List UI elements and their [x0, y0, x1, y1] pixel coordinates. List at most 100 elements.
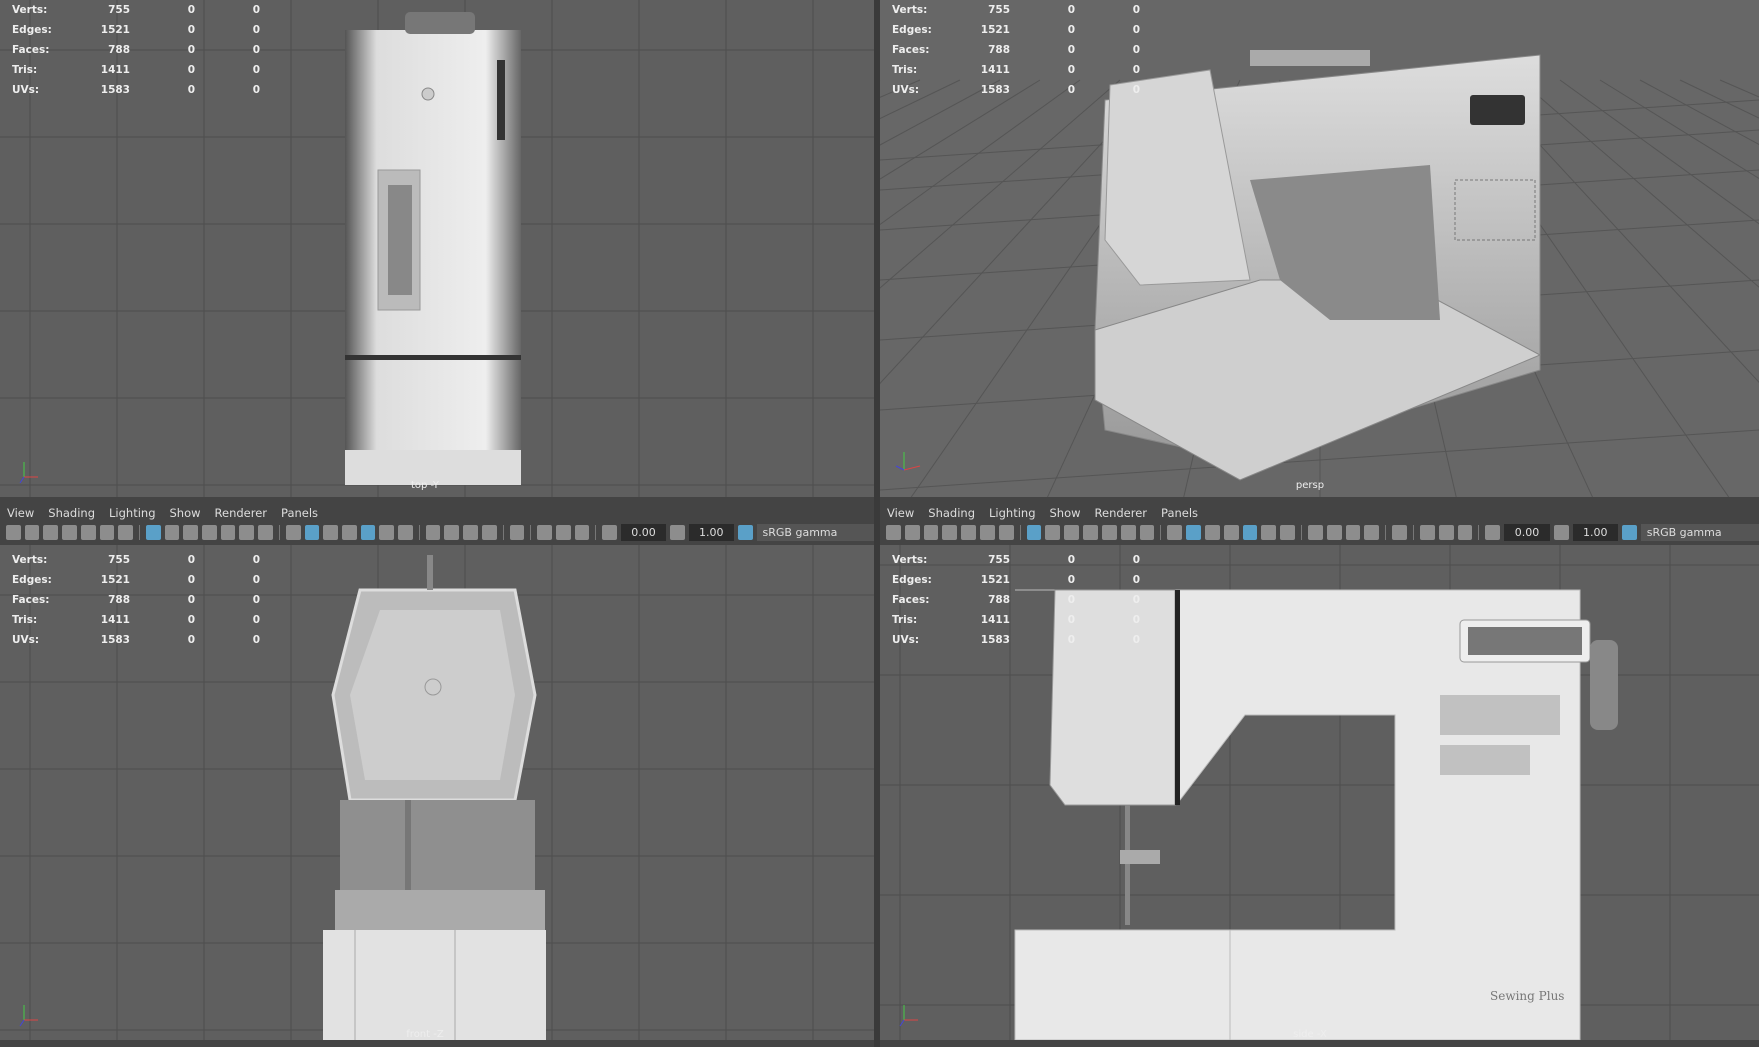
- gamma-field[interactable]: 1.00: [1572, 523, 1618, 541]
- xray-joints-icon[interactable]: [555, 524, 571, 540]
- film-gate-icon[interactable]: [164, 524, 180, 540]
- hud-row: Edges: 1521 0 0: [12, 20, 260, 40]
- hud-b: 0: [1132, 554, 1140, 566]
- xray-joints-icon[interactable]: [1438, 524, 1454, 540]
- grease-pencil-icon[interactable]: [998, 524, 1014, 540]
- pan-zoom-icon[interactable]: [99, 524, 115, 540]
- camera-attributes-icon[interactable]: [904, 524, 920, 540]
- wireframe-on-shaded-icon[interactable]: [341, 524, 357, 540]
- menu-panels[interactable]: Panels: [274, 506, 325, 520]
- smooth-shade-icon[interactable]: [304, 524, 320, 540]
- safe-action-icon[interactable]: [1120, 524, 1136, 540]
- bookmark-icon[interactable]: [62, 524, 77, 540]
- hud-value: 1521: [980, 24, 1010, 36]
- resolution-gate-icon[interactable]: [183, 524, 199, 540]
- grid-icon[interactable]: [1026, 524, 1042, 540]
- field-chart-icon[interactable]: [1101, 524, 1117, 540]
- xray-icon[interactable]: [1420, 524, 1435, 540]
- hud-value: 788: [108, 594, 130, 606]
- menu-show[interactable]: Show: [1043, 506, 1088, 520]
- menu-shading[interactable]: Shading: [921, 506, 982, 520]
- camera-icon[interactable]: [886, 524, 901, 540]
- anti-aliasing-icon[interactable]: [1345, 524, 1361, 540]
- menu-view[interactable]: View: [880, 506, 921, 520]
- toolbar-separator: [1413, 524, 1415, 540]
- hud-b: 0: [1132, 574, 1140, 586]
- resolution-gate-icon[interactable]: [1064, 524, 1080, 540]
- hud-a: 0: [187, 44, 195, 56]
- hud-label: UVs:: [12, 634, 40, 646]
- anti-aliasing-icon[interactable]: [463, 524, 478, 540]
- safe-title-icon[interactable]: [258, 524, 273, 540]
- depth-of-field-icon[interactable]: [1364, 524, 1380, 540]
- pan-zoom-icon[interactable]: [980, 524, 995, 540]
- hud-a: 0: [187, 594, 195, 606]
- exposure-icon[interactable]: [602, 524, 617, 540]
- gamma-field[interactable]: 1.00: [688, 523, 734, 541]
- wireframe-on-shaded-icon[interactable]: [1223, 524, 1239, 540]
- screen-space-ao-icon[interactable]: [1308, 524, 1323, 540]
- shadows-icon[interactable]: [398, 524, 413, 540]
- isolate-select-icon[interactable]: [1392, 524, 1408, 540]
- menu-shading[interactable]: Shading: [41, 506, 102, 520]
- lights-icon[interactable]: [379, 524, 395, 540]
- safe-action-icon[interactable]: [239, 524, 255, 540]
- xray-icon[interactable]: [537, 524, 552, 540]
- color-management-icon[interactable]: [1621, 524, 1637, 540]
- wireframe-icon[interactable]: [285, 524, 301, 540]
- grid-icon[interactable]: [145, 524, 161, 540]
- hud-label: Faces:: [12, 594, 50, 606]
- hud-row: UVs: 1583 0 0: [12, 630, 260, 650]
- shadows-icon[interactable]: [1280, 524, 1296, 540]
- menu-show[interactable]: Show: [163, 506, 208, 520]
- film-gate-icon[interactable]: [1045, 524, 1061, 540]
- bookmark-camera-icon[interactable]: [923, 524, 939, 540]
- viewport-side[interactable]: Sewing Plus side -X Verts: 755 0 0 Edges: 152…: [880, 545, 1759, 1040]
- backface-culling-icon[interactable]: [574, 524, 590, 540]
- motion-blur-icon[interactable]: [444, 524, 460, 540]
- gate-mask-icon[interactable]: [1083, 524, 1098, 540]
- backface-culling-icon[interactable]: [1457, 524, 1473, 540]
- viewport-top[interactable]: top -Y Verts: 755 0 0 Edges: 1521 0 0 Faces: 788 0…: [0, 0, 874, 497]
- exposure-icon[interactable]: [1485, 524, 1501, 540]
- wireframe-icon[interactable]: [1167, 524, 1183, 540]
- textured-icon[interactable]: [360, 524, 376, 540]
- color-space-dropdown[interactable]: sRGB gamma: [756, 523, 875, 541]
- depth-of-field-icon[interactable]: [481, 524, 497, 540]
- image-plane-icon[interactable]: [80, 524, 96, 540]
- menu-panels[interactable]: Panels: [1154, 506, 1205, 520]
- image-plane-icon[interactable]: [961, 524, 977, 540]
- motion-blur-icon[interactable]: [1326, 524, 1342, 540]
- field-chart-icon[interactable]: [220, 524, 236, 540]
- menu-lighting[interactable]: Lighting: [102, 506, 162, 520]
- menu-view[interactable]: View: [0, 506, 41, 520]
- camera-attributes-icon[interactable]: [24, 524, 40, 540]
- grease-pencil-icon[interactable]: [118, 524, 133, 540]
- menu-renderer[interactable]: Renderer: [1088, 506, 1155, 520]
- safe-title-icon[interactable]: [1139, 524, 1155, 540]
- menu-renderer[interactable]: Renderer: [208, 506, 275, 520]
- smooth-shade-icon[interactable]: [1186, 524, 1201, 540]
- default-material-icon[interactable]: [1204, 524, 1220, 540]
- default-material-icon[interactable]: [323, 524, 338, 540]
- lights-icon[interactable]: [1261, 524, 1277, 540]
- viewport-persp[interactable]: persp Verts: 755 0 0 Edges: 1521 0 0 Faces: 788 0 0…: [880, 0, 1759, 497]
- isolate-select-icon[interactable]: [509, 524, 525, 540]
- camera-icon[interactable]: [6, 524, 21, 540]
- bookmark-camera-icon[interactable]: [43, 524, 59, 540]
- gamma-icon[interactable]: [1553, 524, 1569, 540]
- gamma-icon[interactable]: [670, 524, 685, 540]
- hud-value: 788: [108, 44, 130, 56]
- color-management-icon[interactable]: [737, 524, 753, 540]
- exposure-field[interactable]: 0.00: [621, 523, 667, 541]
- menu-lighting[interactable]: Lighting: [982, 506, 1042, 520]
- bookmark-icon[interactable]: [942, 524, 958, 540]
- exposure-field[interactable]: 0.00: [1504, 523, 1550, 541]
- viewport-front[interactable]: front -Z Verts: 755 0 0 Edges: 1521 0 0 Faces: 78…: [0, 545, 874, 1040]
- textured-icon[interactable]: [1242, 524, 1258, 540]
- color-space-dropdown[interactable]: sRGB gamma: [1640, 523, 1759, 541]
- gate-mask-icon[interactable]: [202, 524, 217, 540]
- screen-space-ao-icon[interactable]: [425, 524, 441, 540]
- poly-count-hud: Verts: 755 0 0 Edges: 1521 0 0 Faces: 788 0 0 Tris: 1…: [12, 0, 260, 100]
- hud-row: Tris: 1411 0 0: [12, 610, 260, 630]
